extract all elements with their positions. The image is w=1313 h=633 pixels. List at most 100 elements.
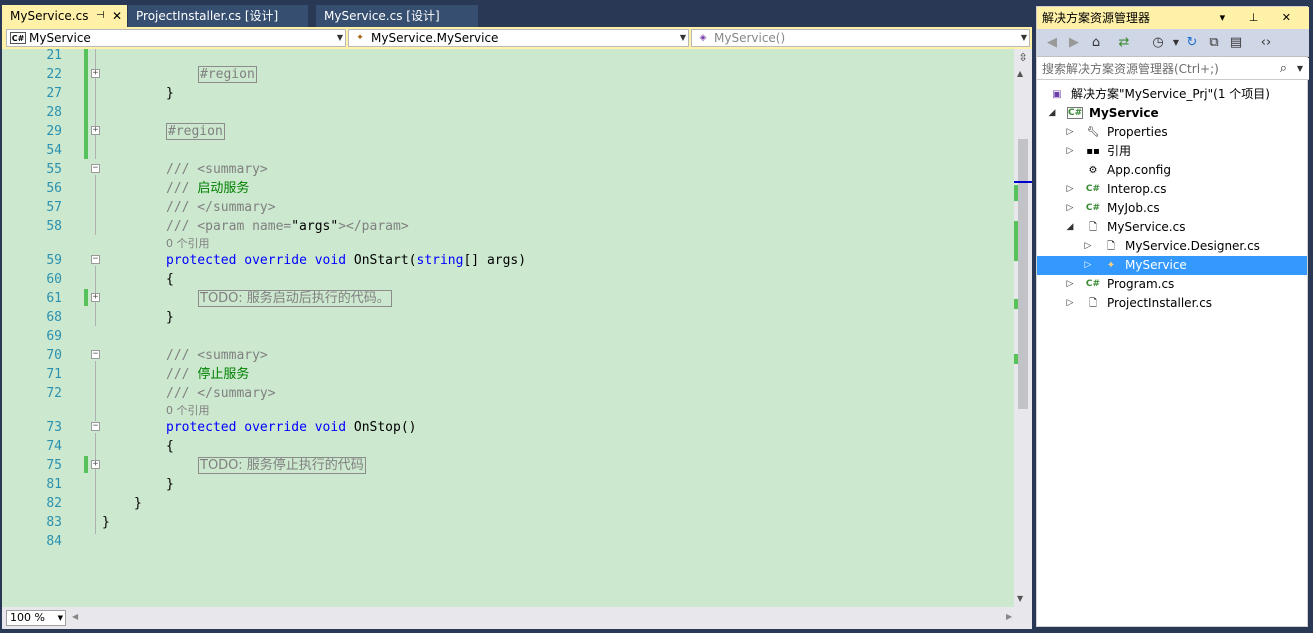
code-line: protected override void OnStop() <box>166 418 417 437</box>
tree-item-interop-cs[interactable]: ▷ C# Interop.cs <box>1037 180 1307 199</box>
code-editor[interactable]: 21 22 27 28 29 54 55 56 57 58 59 60 61 6… <box>2 48 1032 607</box>
solution-search-box[interactable]: 搜索解决方案资源管理器(Ctrl+;) ⌕ ▼ <box>1037 58 1309 80</box>
comment-prefix: /// <param name= <box>166 219 292 234</box>
keyword: protected <box>166 420 237 435</box>
wrench-icon: 🔧︎ <box>1086 127 1100 138</box>
tree-item-label: Program.cs <box>1107 277 1175 291</box>
tree-item-project[interactable]: ◢ C# MyService <box>1037 104 1307 123</box>
line-number: 72 <box>46 386 62 401</box>
code-line: TODO: 服务启动后执行的代码。 <box>198 289 392 308</box>
line-number: 29 <box>46 124 62 139</box>
code-line: protected override void OnStart(string[]… <box>166 251 526 270</box>
collapsed-icon[interactable]: ▷ <box>1083 256 1093 275</box>
tree-item-myservice-cs[interactable]: ◢ 🗋︎ MyService.cs <box>1037 218 1307 237</box>
vertical-scrollbar[interactable]: ⇳ ▲ ▼ <box>1014 49 1032 607</box>
scroll-down-icon[interactable]: ▼ <box>1017 594 1023 603</box>
collapsed-icon[interactable]: ▷ <box>1065 123 1075 142</box>
view-code-icon[interactable]: ‹› <box>1257 34 1275 52</box>
code-line: /// 停止服务 <box>166 365 249 384</box>
line-number: 59 <box>46 253 62 268</box>
tree-item-label: ProjectInstaller.cs <box>1107 296 1213 310</box>
tree-item-label: App.config <box>1107 163 1171 177</box>
tree-item-label: 解决方案"MyService_Prj"(1 个项目) <box>1071 87 1270 101</box>
tree-item-program-cs[interactable]: ▷ C# Program.cs <box>1037 275 1307 294</box>
method-icon: ◈ <box>699 33 707 43</box>
line-number: 71 <box>46 367 62 382</box>
tab-myservice-cs[interactable]: MyService.cs ⊣ ✕ <box>2 5 127 27</box>
navigation-bar: C# MyService ▼ ✦ MyService.MyService ▼ ◈… <box>2 27 1032 49</box>
tree-item-myservice-designer-cs[interactable]: ▷ 🗋︎ MyService.Designer.cs <box>1037 237 1307 256</box>
forward-icon[interactable]: ▶ <box>1065 34 1083 52</box>
line-number: 81 <box>46 477 62 492</box>
change-marker <box>1014 185 1018 201</box>
home-icon[interactable]: ⌂ <box>1087 34 1105 52</box>
line-number: 60 <box>46 272 62 287</box>
code-line: { <box>166 272 174 287</box>
type-dropdown[interactable]: ✦ MyService.MyService ▼ <box>348 29 689 47</box>
scroll-thumb[interactable] <box>1018 139 1028 409</box>
member-dropdown[interactable]: ◈ MyService() ▼ <box>691 29 1030 47</box>
expanded-icon[interactable]: ◢ <box>1047 104 1057 123</box>
tree-item-label: 引用 <box>1107 144 1132 158</box>
tree-item-references[interactable]: ▷ ▪▪ 引用 <box>1037 142 1307 161</box>
keyword: override <box>244 420 307 435</box>
pin-icon[interactable]: ⊣ <box>96 5 105 27</box>
chevron-down-icon[interactable]: ▼ <box>1297 58 1303 80</box>
tab-myservice-design[interactable]: MyService.cs [设计] <box>316 5 478 27</box>
code-line: } <box>134 496 142 511</box>
tree-item-label: MyJob.cs <box>1107 201 1160 215</box>
tree-item-properties[interactable]: ▷ 🔧︎ Properties <box>1037 123 1307 142</box>
code-text-area[interactable]: #region } #region /// <summary> /// 启动服务… <box>64 49 1016 607</box>
designer-file-icon: 🗋︎ <box>1106 241 1116 252</box>
keyword: protected <box>166 253 237 268</box>
collapsed-region[interactable]: #region <box>166 123 225 140</box>
search-icon[interactable]: ⌕ <box>1280 58 1287 80</box>
collapsed-icon[interactable]: ▷ <box>1065 142 1075 161</box>
line-number: 55 <box>46 162 62 177</box>
split-window-icon[interactable]: ⇳ <box>1017 52 1029 64</box>
pending-changes-icon[interactable]: ◷ <box>1149 34 1167 52</box>
collapsed-icon[interactable]: ▷ <box>1065 275 1075 294</box>
collapsed-icon[interactable]: ▷ <box>1065 199 1075 218</box>
tab-label: MyService.cs [设计] <box>324 9 440 23</box>
back-icon[interactable]: ◀ <box>1043 34 1061 52</box>
code-line: } <box>166 477 174 492</box>
tree-item-solution[interactable]: ▣ 解决方案"MyService_Prj"(1 个项目) <box>1037 85 1307 104</box>
collapsed-icon[interactable]: ▷ <box>1083 237 1093 256</box>
collapsed-icon[interactable]: ▷ <box>1065 294 1075 313</box>
keyword: void <box>314 253 347 268</box>
tree-item-projectinstaller-cs[interactable]: ▷ 🗋︎ ProjectInstaller.cs <box>1037 294 1307 313</box>
line-number: 70 <box>46 348 62 363</box>
scroll-up-icon[interactable]: ▲ <box>1017 69 1023 78</box>
scroll-right-icon[interactable]: ▶ <box>1006 612 1012 621</box>
project-dropdown[interactable]: C# MyService ▼ <box>6 29 346 47</box>
scroll-left-icon[interactable]: ◀ <box>72 612 78 621</box>
collapse-all-icon[interactable]: ⧉ <box>1205 34 1223 52</box>
solution-icon: ▣ <box>1052 89 1062 100</box>
code-line: /// <summary> <box>166 348 268 363</box>
zoom-dropdown[interactable]: 100 % ▼ <box>6 610 66 626</box>
collapsed-region[interactable]: TODO: 服务停止执行的代码 <box>198 457 366 474</box>
editor-tab-strip: MyService.cs ⊣ ✕ ProjectInstaller.cs [设计… <box>0 0 1036 27</box>
line-number: 68 <box>46 310 62 325</box>
zoom-value: 100 % <box>10 611 45 624</box>
line-number: 75 <box>46 458 62 473</box>
show-all-files-icon[interactable]: ▤ <box>1227 34 1245 52</box>
code-line: /// </summary> <box>166 200 276 215</box>
method-name: OnStop() <box>353 420 417 435</box>
collapsed-icon[interactable]: ▷ <box>1065 180 1075 199</box>
tree-item-myservice-class[interactable]: ▷ ✦ MyService <box>1037 256 1307 275</box>
tab-projectinstaller-design[interactable]: ProjectInstaller.cs [设计] <box>128 5 308 27</box>
panel-window-buttons[interactable]: ▾ ⊥ ✕ <box>1220 7 1301 29</box>
collapsed-region[interactable]: #region <box>198 66 257 83</box>
expanded-icon[interactable]: ◢ <box>1065 218 1075 237</box>
refresh-icon[interactable]: ↻ <box>1183 34 1201 52</box>
line-number: 73 <box>46 420 62 435</box>
sync-view-icon[interactable]: ⇄ <box>1115 34 1133 52</box>
tree-item-myjob-cs[interactable]: ▷ C# MyJob.cs <box>1037 199 1307 218</box>
class-icon: ✦ <box>356 33 364 43</box>
tree-item-app-config[interactable]: ⚙ App.config <box>1037 161 1307 180</box>
close-icon[interactable]: ✕ <box>112 5 122 27</box>
collapsed-region[interactable]: TODO: 服务启动后执行的代码。 <box>198 290 392 307</box>
horizontal-scrollbar[interactable]: 100 % ▼ ◀ ▶ <box>2 607 1032 629</box>
